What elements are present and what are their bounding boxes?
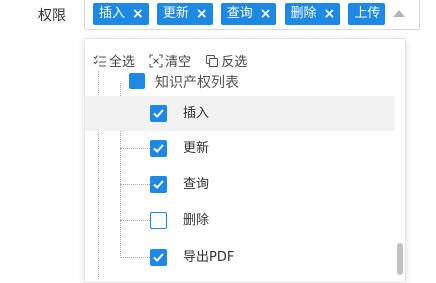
tree-item-label: 查询	[183, 177, 210, 192]
tag-close-icon[interactable]: ×	[132, 3, 144, 25]
tag-query: 查询 ×	[220, 3, 277, 25]
clear-button[interactable]: 清空	[149, 51, 191, 70]
checkbox[interactable]	[150, 105, 167, 122]
checkbox[interactable]	[150, 176, 167, 193]
permissions-dropdown: 全选 清空 反选 知识产权列表 插入 更新 查询 删除 导出PDF	[84, 38, 406, 283]
tree-item-label: 导出PDF	[183, 250, 235, 265]
tag-close-icon[interactable]: ×	[324, 3, 336, 25]
tag-delete: 删除 ×	[284, 3, 341, 25]
tag-label: 上传	[354, 6, 381, 21]
parent-label: 知识产权列表	[155, 75, 239, 91]
select-all-button[interactable]: 全选	[93, 51, 135, 70]
tree-item-label: 插入	[183, 106, 210, 121]
clear-label: 清空	[165, 55, 192, 70]
tag-close-icon[interactable]: ×	[196, 3, 208, 25]
checkbox[interactable]	[150, 140, 167, 157]
tag-label: 更新	[162, 6, 189, 21]
caret-up-icon[interactable]	[393, 10, 405, 17]
permissions-label: 权限	[38, 8, 66, 24]
checkmark-icon	[153, 109, 164, 118]
tree-item-label: 删除	[183, 213, 210, 228]
tree-item-delete[interactable]: 删除	[85, 203, 395, 238]
tag-insert: 插入 ×	[93, 3, 149, 25]
tag-update: 更新 ×	[156, 3, 213, 25]
tag-label: 删除	[290, 6, 317, 21]
tree-item-insert[interactable]: 插入	[85, 96, 395, 131]
checkmark-icon	[153, 180, 164, 189]
copy-icon	[206, 54, 219, 67]
invert-label: 反选	[221, 55, 248, 70]
checkmark-icon	[153, 253, 164, 262]
checkmark-icon	[153, 144, 164, 153]
tree-node-parent[interactable]: 知识产权列表	[85, 69, 405, 91]
tag-close-icon[interactable]: ×	[260, 3, 272, 25]
selected-tags: 插入 × 更新 × 查询 × 删除 × 上传	[93, 3, 393, 27]
list-check-icon	[93, 54, 106, 67]
dropdown-scrollbar[interactable]	[397, 243, 403, 275]
tag-upload: 上传	[348, 3, 386, 25]
tree-item-label: 更新	[183, 141, 210, 156]
checkbox[interactable]	[150, 212, 167, 229]
clear-frame-icon	[149, 53, 163, 68]
tag-label: 查询	[226, 6, 253, 21]
permissions-select[interactable]: 插入 × 更新 × 查询 × 删除 × 上传	[84, 0, 420, 30]
tree-item-query[interactable]: 查询	[85, 167, 395, 202]
parent-checkbox[interactable]	[129, 73, 145, 89]
tree-item-update[interactable]: 更新	[85, 131, 395, 166]
checkbox[interactable]	[150, 249, 167, 266]
tag-label: 插入	[99, 6, 126, 21]
invert-button[interactable]: 反选	[205, 51, 247, 70]
tree-toolbar: 全选 清空 反选	[93, 51, 257, 70]
tree-item-export-pdf[interactable]: 导出PDF	[85, 240, 395, 275]
select-all-label: 全选	[109, 55, 136, 70]
